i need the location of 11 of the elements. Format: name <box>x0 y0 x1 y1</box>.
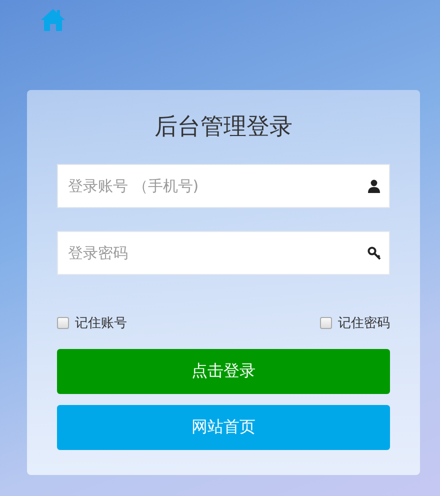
checkbox-label[interactable]: 记住账号 <box>75 314 127 332</box>
user-icon <box>367 179 381 193</box>
password-field[interactable]: 登录密码 <box>57 231 390 275</box>
key-icon <box>367 246 381 260</box>
account-field[interactable]: 登录账号 （手机号) <box>57 164 390 208</box>
checkbox[interactable] <box>320 317 332 329</box>
checkbox[interactable] <box>57 317 69 329</box>
login-button[interactable]: 点击登录 <box>57 349 390 394</box>
login-title: 后台管理登录 <box>154 113 294 142</box>
checkbox-label[interactable]: 记住密码 <box>338 314 390 332</box>
home-icon[interactable] <box>40 8 66 32</box>
